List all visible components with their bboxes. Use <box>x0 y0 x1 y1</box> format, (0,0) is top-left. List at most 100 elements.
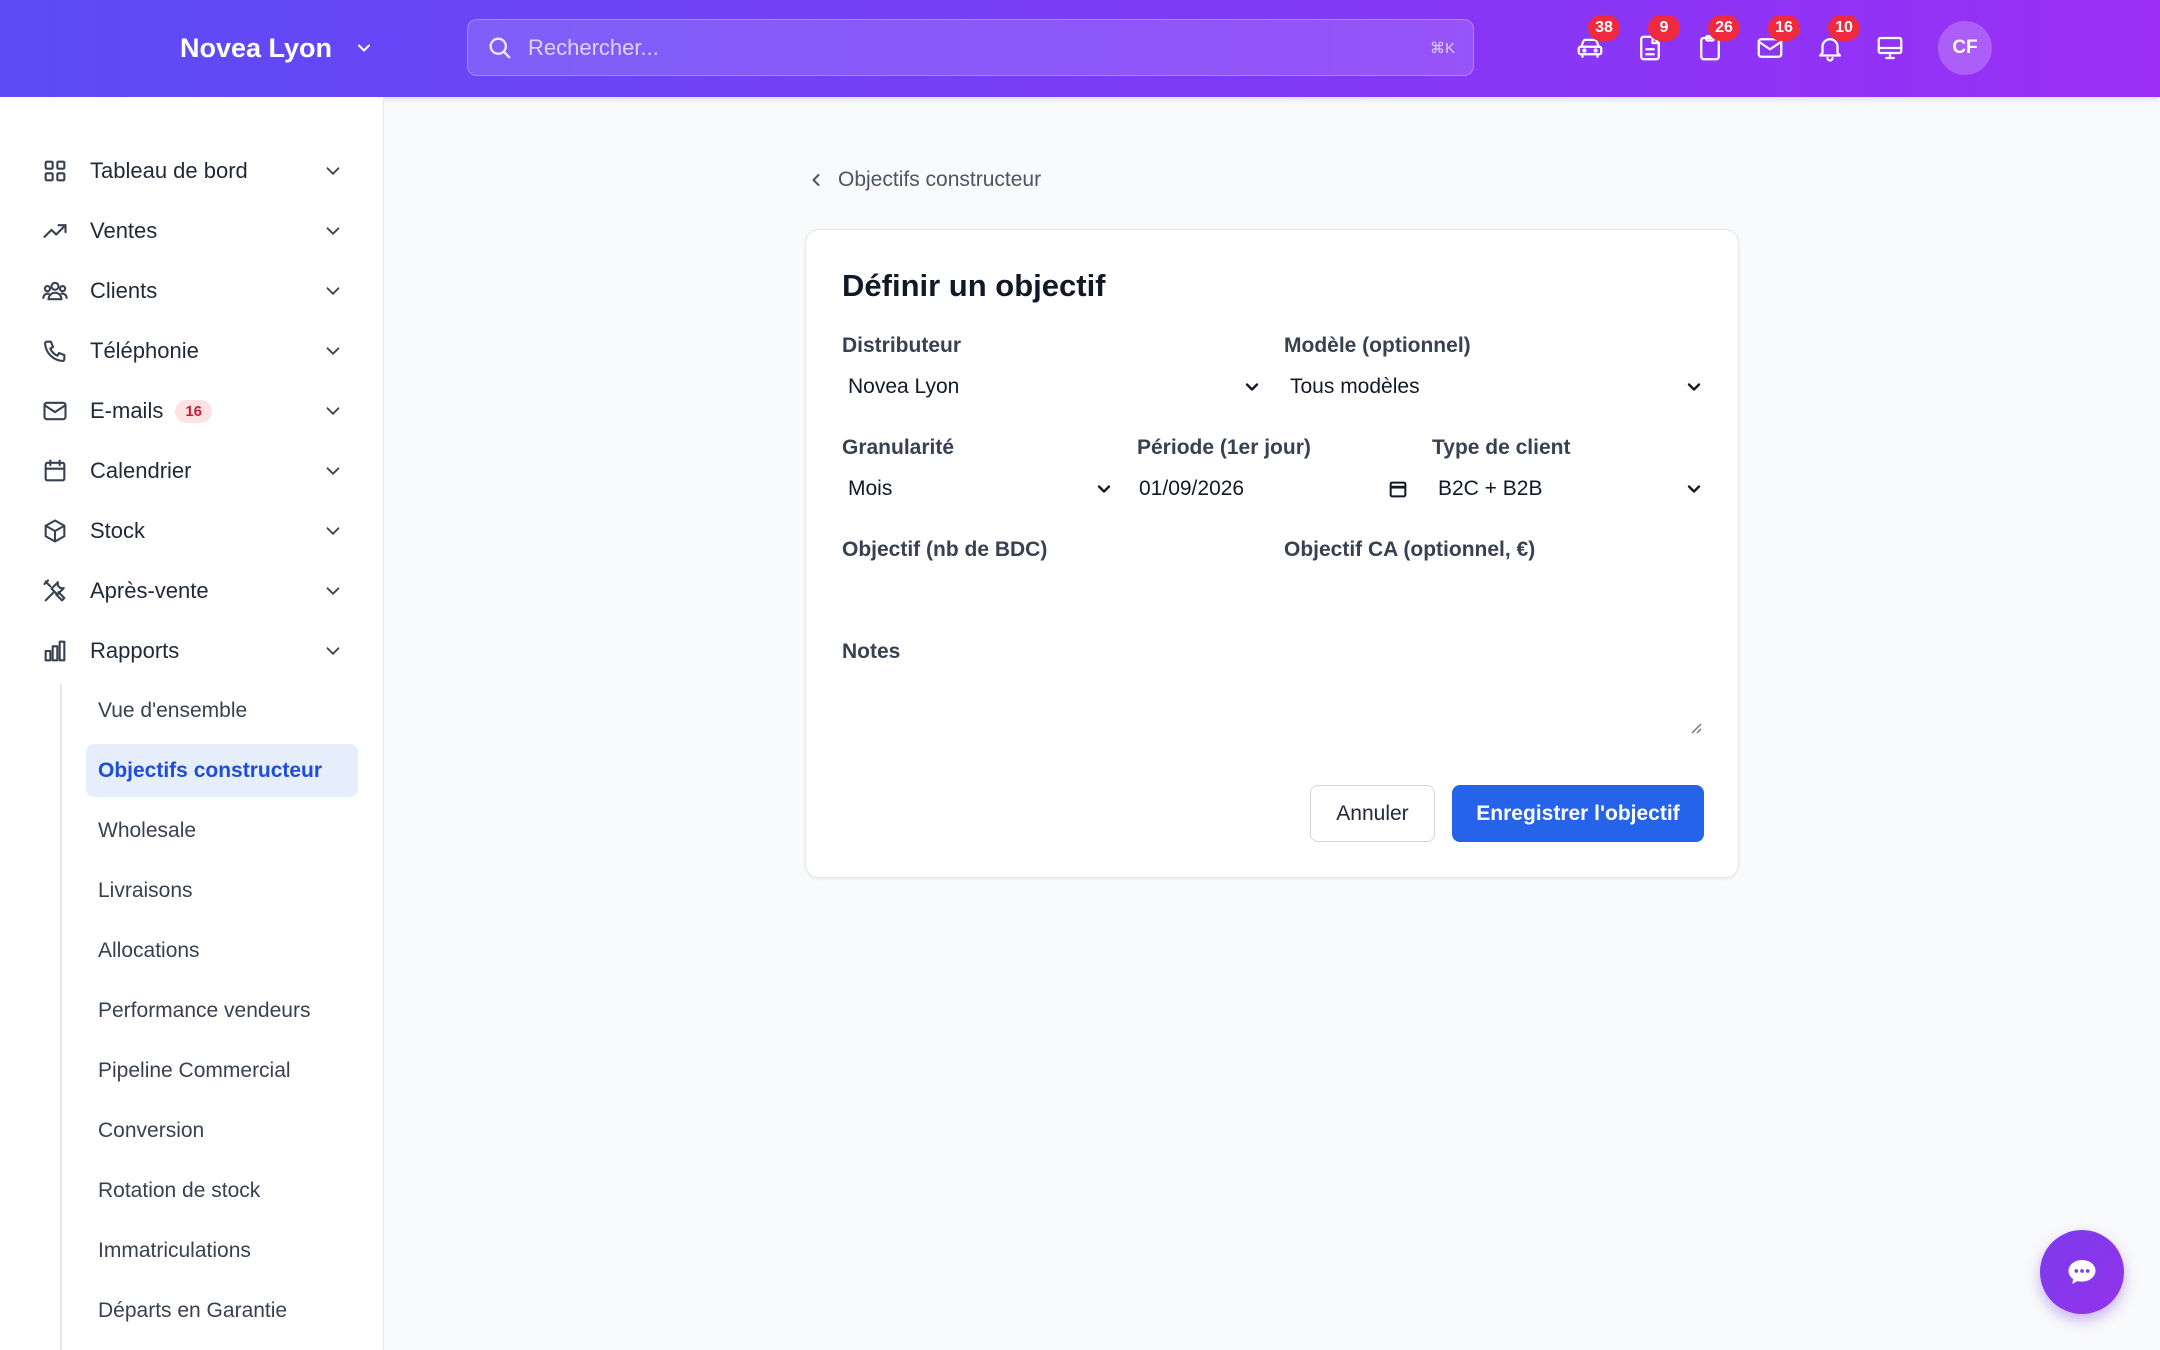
car-button[interactable]: 38 <box>1572 15 1620 66</box>
notes-label: Notes <box>842 640 901 663</box>
sidebar-subitem-rotation-de-stock[interactable]: Rotation de stock <box>86 1164 358 1217</box>
sidebar-subitem-conversion[interactable]: Conversion <box>86 1104 358 1157</box>
objectif-bdc-label: Objectif (nb de BDC) <box>842 538 1048 561</box>
chevron-down-icon <box>326 467 340 476</box>
cancel-button[interactable]: Annuler <box>1310 785 1435 842</box>
chevron-down-icon <box>326 227 340 236</box>
sidebar-item-tableau-de-bord[interactable]: Tableau de bord <box>40 147 356 195</box>
chevron-down-icon <box>326 347 340 356</box>
periode-value: 01/09/2026 <box>1139 477 1245 500</box>
type-client-select[interactable]: B2C + B2B <box>1432 467 1704 511</box>
chevron-down-icon <box>1687 383 1701 391</box>
distributeur-value: Novea Lyon <box>848 375 960 398</box>
user-avatar[interactable]: CF <box>1938 21 1992 75</box>
search-shortcut: ⌘K <box>1429 39 1455 57</box>
sidebar-item-label: Clients <box>90 278 158 303</box>
sidebar-subitem-pipeline-commercial[interactable]: Pipeline Commercial <box>86 1044 358 1097</box>
grid-icon <box>44 160 66 182</box>
granularite-value: Mois <box>848 477 893 500</box>
sidebar-item-label: Après-vente <box>90 578 209 603</box>
chevron-down-icon <box>1245 383 1259 391</box>
submenu-guide-line <box>60 684 62 1350</box>
phone-icon <box>44 340 66 362</box>
mail-button[interactable]: 16 <box>1752 15 1800 66</box>
periode-label: Période (1er jour) <box>1137 436 1311 459</box>
sidebar-subitem-vue-ensemble[interactable]: Vue d'ensemble <box>86 684 358 737</box>
objectif-ca-input[interactable] <box>1284 569 1704 613</box>
modele-value: Tous modèles <box>1290 375 1420 398</box>
trend-up-icon <box>43 224 67 238</box>
sidebar-item-label: Téléphonie <box>90 338 199 363</box>
notes-textarea[interactable] <box>842 668 1702 748</box>
sidebar: Tableau de bord Ventes Clients Téléphoni… <box>0 97 384 1350</box>
emails-count-badge: 16 <box>175 399 213 423</box>
sidebar-item-label: Stock <box>90 518 146 543</box>
granularite-label: Granularité <box>842 436 955 459</box>
sidebar-subitem-performance-vendeurs[interactable]: Performance vendeurs <box>86 984 358 1037</box>
sidebar-subitem-immatriculations[interactable]: Immatriculations <box>86 1224 358 1277</box>
back-link-label: Objectifs constructeur <box>838 168 1042 191</box>
chevron-down-icon <box>326 407 340 416</box>
chevron-down-icon <box>326 167 340 176</box>
mail-badge: 16 <box>1768 15 1800 41</box>
chevron-down-icon <box>326 647 340 656</box>
search-input[interactable] <box>514 34 1430 61</box>
sidebar-item-telephonie[interactable]: Téléphonie <box>40 327 356 375</box>
display-button[interactable] <box>1872 30 1908 66</box>
chevron-down-icon <box>326 527 340 536</box>
notifications-badge: 10 <box>1828 15 1860 41</box>
tasks-button[interactable]: 26 <box>1692 15 1740 66</box>
chevron-left-icon <box>812 174 820 186</box>
chevron-down-icon <box>1687 485 1701 493</box>
sidebar-item-rapports[interactable]: Rapports <box>40 627 356 675</box>
chevron-down-icon <box>326 287 340 296</box>
documents-button[interactable]: 9 <box>1632 15 1680 66</box>
type-client-value: B2C + B2B <box>1438 477 1543 500</box>
monitor-icon <box>1877 36 1903 60</box>
periode-date-input[interactable]: 01/09/2026 <box>1137 467 1409 511</box>
chat-icon <box>2068 1260 2096 1284</box>
sidebar-item-label: Calendrier <box>90 458 192 483</box>
sidebar-item-clients[interactable]: Clients <box>40 267 356 315</box>
objectif-bdc-input[interactable] <box>842 569 1262 613</box>
resize-handle-icon[interactable] <box>1688 720 1702 734</box>
brand-switcher[interactable]: Novea Lyon <box>180 28 374 68</box>
search-bar[interactable]: ⌘K <box>467 19 1474 76</box>
chevron-down-icon <box>326 587 340 596</box>
sidebar-item-label: Tableau de bord <box>90 158 248 183</box>
tasks-badge: 26 <box>1708 15 1740 41</box>
tools-icon <box>43 579 66 602</box>
sidebar-subitem-allocations[interactable]: Allocations <box>86 924 358 977</box>
objectif-ca-label: Objectif CA (optionnel, €) <box>1284 538 1536 561</box>
mail-icon <box>43 401 67 421</box>
sidebar-item-label: Rapports <box>90 638 180 663</box>
sidebar-subitem-livraisons[interactable]: Livraisons <box>86 864 358 917</box>
sidebar-item-apres-vente[interactable]: Après-vente <box>40 567 356 615</box>
sidebar-item-ventes[interactable]: Ventes <box>40 207 356 255</box>
modele-select[interactable]: Tous modèles <box>1284 365 1704 409</box>
distributeur-label: Distributeur <box>842 334 962 357</box>
sidebar-item-calendrier[interactable]: Calendrier <box>40 447 356 495</box>
chat-button[interactable] <box>2040 1230 2124 1314</box>
save-objective-button[interactable]: Enregistrer l'objectif <box>1452 785 1704 842</box>
chevron-down-icon <box>358 44 371 52</box>
chevron-down-icon <box>1097 485 1111 493</box>
notifications-button[interactable]: 10 <box>1812 15 1860 66</box>
modele-label: Modèle (optionnel) <box>1284 334 1471 357</box>
calendar-icon <box>1389 481 1407 498</box>
sidebar-subitem-wholesale[interactable]: Wholesale <box>86 804 358 857</box>
bar-chart-icon <box>44 640 66 662</box>
granularite-select[interactable]: Mois <box>842 467 1114 511</box>
form-title: Définir un objectif <box>842 268 1106 303</box>
sidebar-subitem-departs-en-garantie[interactable]: Départs en Garantie <box>86 1284 358 1337</box>
users-icon <box>42 281 68 301</box>
sidebar-item-emails[interactable]: E-mails 16 <box>40 387 356 435</box>
calendar-icon <box>44 459 66 482</box>
sidebar-subitem-objectifs-constructeur[interactable]: Objectifs constructeur <box>86 744 358 797</box>
sidebar-item-label: E-mails <box>90 398 164 423</box>
sidebar-item-label: Ventes <box>90 218 158 243</box>
search-icon <box>489 37 511 58</box>
back-link[interactable]: Objectifs constructeur <box>806 168 1041 192</box>
sidebar-item-stock[interactable]: Stock <box>40 507 356 555</box>
distributeur-select[interactable]: Novea Lyon <box>842 365 1262 409</box>
